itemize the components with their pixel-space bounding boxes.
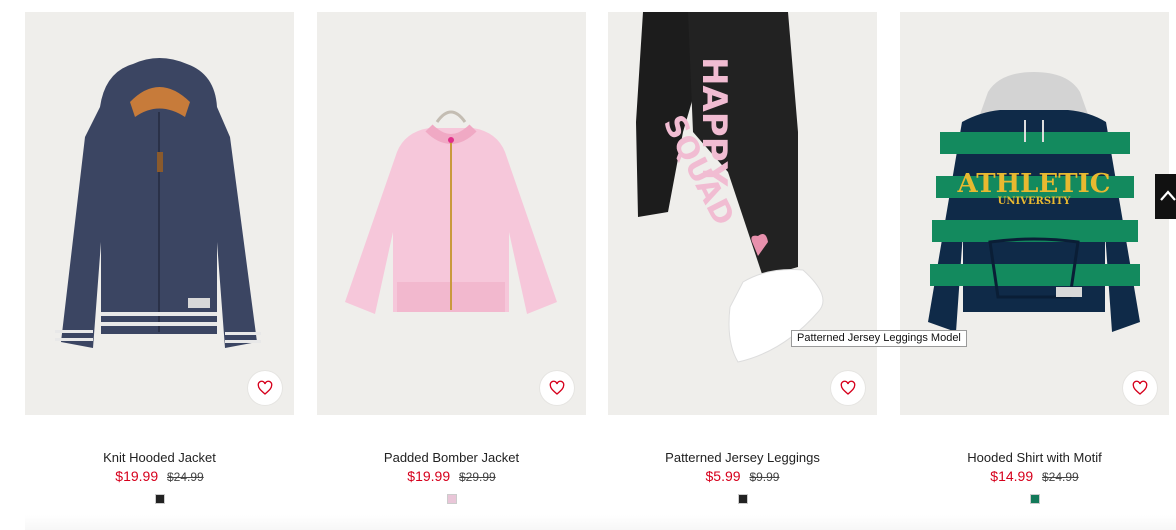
product-price: $19.99 $24.99 bbox=[25, 468, 294, 486]
color-swatches bbox=[608, 494, 877, 504]
product-price: $19.99 $29.99 bbox=[317, 468, 586, 486]
product-grid: Knit Hooded Jacket $19.99 $24.99 Padded … bbox=[0, 0, 1176, 530]
favorite-button[interactable] bbox=[248, 371, 282, 405]
original-price: $29.99 bbox=[459, 470, 496, 484]
product-image[interactable]: HAPPY SQUAD bbox=[608, 12, 877, 415]
product-card-padded-bomber-jacket[interactable]: Padded Bomber Jacket $19.99 $29.99 bbox=[317, 12, 586, 504]
product-title[interactable]: Padded Bomber Jacket bbox=[317, 450, 586, 465]
product-price: $5.99 $9.99 bbox=[608, 468, 877, 486]
sale-price: $5.99 bbox=[705, 468, 741, 484]
hoodie-print-athletic: ATHLETIC bbox=[957, 169, 1111, 199]
product-card-hooded-shirt-with-motif[interactable]: ATHLETIC UNIVERSITY Hooded Shirt with Mo… bbox=[900, 12, 1169, 504]
original-price: $24.99 bbox=[1042, 470, 1079, 484]
scroll-to-top-button[interactable] bbox=[1155, 174, 1176, 219]
product-image[interactable]: ATHLETIC UNIVERSITY bbox=[900, 12, 1169, 415]
image-tooltip: Patterned Jersey Leggings Model bbox=[791, 330, 967, 347]
original-price: $9.99 bbox=[749, 470, 780, 484]
original-price: $24.99 bbox=[167, 470, 204, 484]
color-swatches bbox=[25, 494, 294, 504]
color-swatch[interactable] bbox=[446, 494, 457, 504]
product-title[interactable]: Hooded Shirt with Motif bbox=[900, 450, 1169, 465]
product-card-knit-hooded-jacket[interactable]: Knit Hooded Jacket $19.99 $24.99 bbox=[25, 12, 294, 504]
heart-outline-icon bbox=[257, 380, 273, 395]
color-swatch[interactable] bbox=[1029, 494, 1040, 504]
heart-outline-icon bbox=[840, 380, 856, 395]
heart-outline-icon bbox=[1132, 380, 1148, 395]
sale-price: $19.99 bbox=[407, 468, 451, 484]
product-title[interactable]: Patterned Jersey Leggings bbox=[608, 450, 877, 465]
product-card-patterned-jersey-leggings[interactable]: HAPPY SQUAD Patterned Jersey Leggings $5… bbox=[608, 12, 877, 504]
color-swatches bbox=[900, 494, 1169, 504]
heart-outline-icon bbox=[549, 380, 565, 395]
product-image[interactable] bbox=[317, 12, 586, 415]
product-title[interactable]: Knit Hooded Jacket bbox=[25, 450, 294, 465]
patterned-jersey-leggings-image: HAPPY SQUAD bbox=[636, 12, 824, 363]
hooded-shirt-with-motif-image: ATHLETIC UNIVERSITY bbox=[928, 72, 1140, 332]
sale-price: $14.99 bbox=[990, 468, 1034, 484]
favorite-button[interactable] bbox=[540, 371, 574, 405]
padded-bomber-jacket-image bbox=[345, 110, 557, 314]
color-swatches bbox=[317, 494, 586, 504]
knit-hooded-jacket-image bbox=[55, 58, 261, 348]
color-swatch[interactable] bbox=[154, 494, 165, 504]
favorite-button[interactable] bbox=[831, 371, 865, 405]
bottom-divider bbox=[25, 515, 1176, 530]
product-image[interactable] bbox=[25, 12, 294, 415]
hoodie-print-university: UNIVERSITY bbox=[998, 196, 1072, 207]
sale-price: $19.99 bbox=[115, 468, 159, 484]
chevron-up-icon bbox=[1160, 190, 1176, 201]
product-price: $14.99 $24.99 bbox=[900, 468, 1169, 486]
color-swatch[interactable] bbox=[737, 494, 748, 504]
favorite-button[interactable] bbox=[1123, 371, 1157, 405]
